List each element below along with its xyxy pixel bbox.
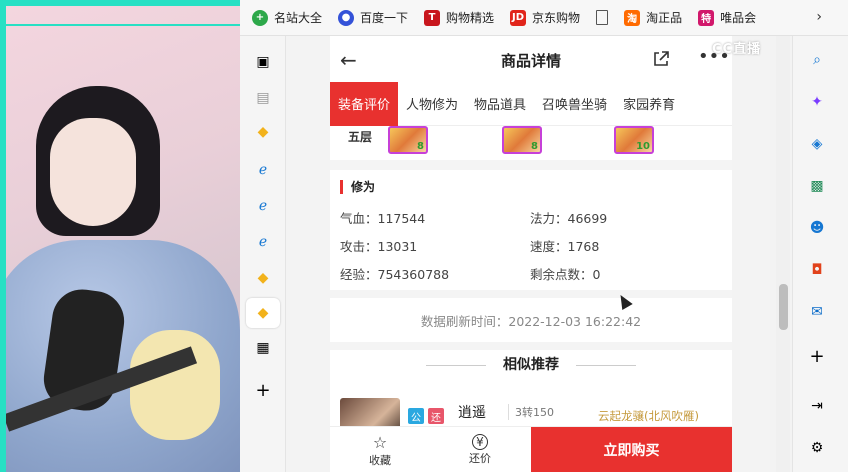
outlook-icon[interactable]: ✉: [807, 302, 827, 322]
scrollbar[interactable]: [776, 36, 790, 472]
product-detail-page: ← 商品详情 ••• 装备评价 人物修为 物品道具 召唤兽坐骑 家园养育 五层 …: [330, 36, 732, 472]
yen-icon: ¥: [472, 434, 488, 450]
bookmark-0[interactable]: + 名站大全: [252, 9, 322, 26]
section-title: 修为: [340, 180, 375, 194]
bookmark-3[interactable]: JD 京东购物: [510, 9, 580, 26]
tag-icon[interactable]: ◈: [807, 134, 827, 154]
tab-character-cultivation[interactable]: 人物修为: [398, 82, 466, 126]
bookmark-4[interactable]: 淘 淘正品: [624, 9, 682, 26]
t-icon: T: [424, 9, 441, 26]
plus-circle-icon: +: [252, 9, 268, 26]
gear-icon[interactable]: ⚙: [807, 438, 827, 458]
search-icon[interactable]: ⌕: [807, 50, 827, 70]
webcam-overlay: [0, 0, 240, 472]
tag-public: 公: [408, 408, 424, 424]
tag-bargain: 还: [428, 408, 444, 424]
page-header: ← 商品详情 •••: [330, 36, 732, 84]
jd-icon: JD: [510, 9, 527, 26]
share-icon[interactable]: [652, 50, 670, 68]
gem-icon[interactable]: 10: [614, 126, 654, 154]
floor-label: 五层: [348, 130, 373, 144]
app-chick-icon-selected[interactable]: ◆: [246, 298, 280, 328]
tab-equipment-review[interactable]: 装备评价: [330, 81, 399, 126]
tab-bar: 装备评价 人物修为 物品道具 召唤兽坐骑 家园养育: [330, 81, 732, 126]
calendar-icon[interactable]: ▦: [253, 338, 273, 358]
stat-speed: 速度：1768: [530, 239, 600, 254]
bottom-action-bar: ☆ 收藏 ¥ 还价 立即购买: [330, 426, 732, 472]
buy-now-button[interactable]: 立即购买: [531, 427, 732, 472]
character-name: 逍遥: [458, 405, 486, 421]
stat-attack: 攻击：13031: [340, 239, 418, 254]
gem-icon[interactable]: 8: [388, 126, 428, 154]
file-icon-bookmark[interactable]: [596, 10, 614, 25]
tao-icon: 淘: [624, 9, 641, 26]
star-icon: ☆: [372, 432, 388, 452]
mount-name: 云起龙骧(北风吹雁): [598, 409, 699, 423]
stat-points: 剩余点数：0: [530, 267, 601, 282]
te-icon: 特: [698, 9, 715, 26]
stat-mp: 法力：46699: [530, 211, 608, 226]
page-title: 商品详情: [500, 51, 561, 70]
equipment-floor-row: 五层 8 8 10: [330, 126, 732, 160]
file-icon: [596, 10, 609, 25]
tab-home[interactable]: 家园养育: [615, 82, 683, 126]
people-icon[interactable]: ☻: [807, 218, 827, 238]
similar-title: 相似推荐: [503, 357, 559, 373]
tab-pets-mounts[interactable]: 召唤兽坐骑: [534, 82, 615, 126]
bookmark-1[interactable]: ● 百度一下: [338, 9, 408, 26]
app-chick-icon[interactable]: ◆: [253, 122, 273, 142]
character-level: 3转150: [508, 404, 554, 420]
stat-hp: 气血：117544: [340, 211, 426, 226]
bookmark-5[interactable]: 特 唯品会: [698, 9, 756, 26]
gem-icon[interactable]: 8: [502, 126, 542, 154]
bookmark-2[interactable]: T 购物精选: [424, 9, 494, 26]
watermark-logo: CC直播: [712, 42, 762, 57]
stat-exp: 经验：754360788: [340, 267, 450, 282]
browser-right-sidebar: ⌕ ✦ ◈ ▩ ☻ ◘ ✉ + ⇥ ⚙: [792, 36, 848, 472]
bargain-button[interactable]: ¥ 还价: [430, 427, 530, 472]
cultivation-section: 修为 气血：117544 法力：46699 攻击：13031 速度：1768 经…: [330, 170, 732, 290]
office-icon[interactable]: ◘: [807, 260, 827, 280]
favorite-button[interactable]: ☆ 收藏: [330, 427, 430, 472]
refresh-time: 数据刷新时间：2022-12-03 16:22:42: [330, 298, 732, 342]
toolbox-icon[interactable]: ▩: [807, 176, 827, 196]
add-icon[interactable]: +: [807, 346, 827, 367]
edge-icon[interactable]: ℯ: [253, 232, 273, 252]
baidu-paw-icon: ●: [338, 9, 355, 26]
tabs-panel-icon[interactable]: ▣: [253, 52, 273, 72]
app-chick-icon[interactable]: ◆: [253, 268, 273, 288]
copilot-sparkle-icon[interactable]: ✦: [807, 92, 827, 112]
back-arrow-icon[interactable]: ←: [340, 48, 357, 72]
history-icon[interactable]: ▤: [253, 88, 273, 108]
split-screen-icon[interactable]: ⇥: [807, 396, 827, 416]
scrollbar-thumb[interactable]: [779, 284, 788, 330]
screen: + 名站大全 ● 百度一下 T 购物精选 JD 京东购物 淘 淘正品 特 唯品会…: [0, 0, 848, 472]
browser-left-sidebar: ▣ ▤ ◆ ℯ ℯ ℯ ◆ ◆ ▦ +: [240, 36, 286, 472]
edge-icon[interactable]: ℯ: [253, 196, 273, 216]
bookmarks-bar: + 名站大全 ● 百度一下 T 购物精选 JD 京东购物 淘 淘正品 特 唯品会…: [240, 0, 848, 36]
chevron-right-icon[interactable]: ›: [816, 9, 822, 25]
add-icon[interactable]: +: [253, 380, 273, 401]
edge-icon[interactable]: ℯ: [253, 160, 273, 180]
tab-items[interactable]: 物品道具: [466, 82, 534, 126]
